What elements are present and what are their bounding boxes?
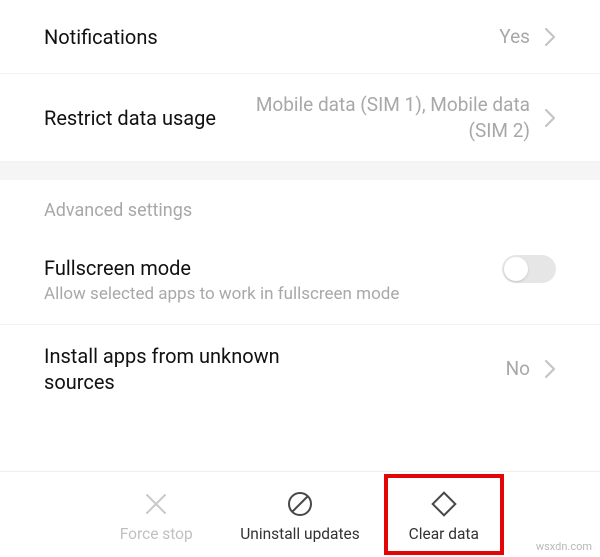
force-stop-label: Force stop xyxy=(120,525,193,543)
row-notifications[interactable]: Notifications Yes xyxy=(0,0,600,74)
close-x-icon xyxy=(143,487,169,521)
notifications-title: Notifications xyxy=(44,24,499,50)
fullscreen-subtitle: Allow selected apps to work in fullscree… xyxy=(44,283,484,306)
chevron-right-icon xyxy=(544,359,556,379)
prohibit-icon xyxy=(286,487,314,521)
clear-data-label: Clear data xyxy=(409,525,479,543)
fullscreen-toggle[interactable] xyxy=(502,255,556,283)
chevron-right-icon xyxy=(544,108,556,128)
force-stop-button[interactable]: Force stop xyxy=(86,472,226,557)
row-restrict-data[interactable]: Restrict data usage Mobile data (SIM 1),… xyxy=(0,74,600,162)
fullscreen-title: Fullscreen mode xyxy=(44,255,484,281)
unknown-title: Install apps from unknown sources xyxy=(44,343,287,395)
uninstall-label: Uninstall updates xyxy=(240,525,360,543)
restrict-value: Mobile data (SIM 1), Mobile data (SIM 2) xyxy=(230,92,530,143)
watermark-text: wsxdn.com xyxy=(536,540,592,553)
unknown-value: No xyxy=(287,356,530,382)
chevron-right-icon xyxy=(544,27,556,47)
bottom-actions: Force stop Uninstall updates Clear data xyxy=(0,471,600,557)
eraser-diamond-icon xyxy=(429,487,459,521)
row-unknown-sources[interactable]: Install apps from unknown sources No xyxy=(0,325,600,413)
restrict-title: Restrict data usage xyxy=(44,105,230,131)
uninstall-updates-button[interactable]: Uninstall updates xyxy=(226,472,374,557)
section-header-advanced: Advanced settings xyxy=(0,180,600,237)
notifications-value: Yes xyxy=(499,24,530,50)
row-fullscreen-mode[interactable]: Fullscreen mode Allow selected apps to w… xyxy=(0,237,600,325)
clear-data-button[interactable]: Clear data xyxy=(374,472,514,557)
section-divider xyxy=(0,162,600,180)
toggle-knob xyxy=(504,257,528,281)
